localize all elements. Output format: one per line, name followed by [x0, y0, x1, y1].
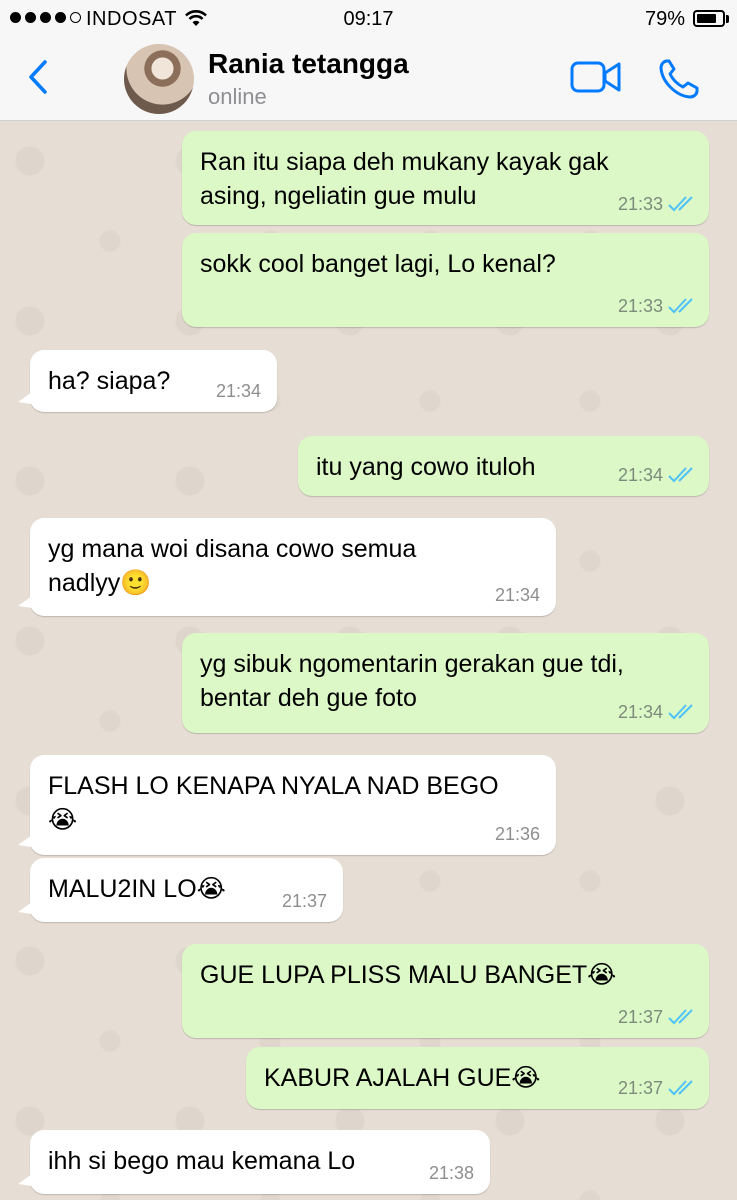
read-receipt-icon [668, 467, 693, 483]
contact-status: online [208, 84, 267, 109]
message-timestamp: 21:37 [281, 891, 327, 911]
message-timestamp: 21:34 [617, 702, 663, 722]
battery-percentage: 79% [644, 8, 685, 30]
message-text: yg mana woi disana cowo semua nadlyy🙂 [48, 535, 417, 597]
incoming-message-bubble[interactable]: yg mana woi disana cowo semua nadlyy🙂 21:… [18, 518, 556, 616]
message-timestamp: 21:36 [494, 824, 540, 844]
message-timestamp: 21:33 [617, 296, 663, 316]
chat-header: Rania tetangga online [0, 38, 737, 121]
outgoing-message-bubble[interactable]: itu yang cowo ituloh 21:34 [298, 436, 709, 496]
read-receipt-icon [668, 196, 693, 212]
outgoing-message-bubble[interactable]: sokk cool banget lagi, Lo kenal? 21:33 [182, 233, 709, 327]
chevron-left-icon[interactable] [26, 58, 50, 96]
bubble-tail [18, 1174, 32, 1186]
phone-icon[interactable] [658, 58, 702, 100]
contact-avatar[interactable] [124, 44, 194, 114]
outgoing-message-bubble[interactable]: Ran itu siapa deh mukany kayak gak asing… [182, 131, 709, 225]
message-timestamp: 21:37 [617, 1007, 663, 1027]
read-receipt-icon [668, 1080, 693, 1096]
incoming-message-bubble[interactable]: MALU2IN LO😭 21:37 [18, 858, 343, 922]
outgoing-message-bubble[interactable]: GUE LUPA PLISS MALU BANGET😭 21:37 [182, 944, 709, 1038]
message-timestamp: 21:33 [617, 194, 663, 214]
message-timestamp: 21:38 [428, 1163, 474, 1183]
battery-nub [726, 15, 729, 23]
message-list[interactable]: Ran itu siapa deh mukany kayak gak asing… [0, 121, 737, 1200]
bubble-tail [18, 392, 32, 404]
message-text: FLASH LO KENAPA NYALA NAD BEGO 😭 [48, 772, 499, 834]
message-timestamp: 21:37 [617, 1078, 663, 1098]
battery-icon [693, 10, 725, 27]
outgoing-message-bubble[interactable]: KABUR AJALAH GUE😭 21:37 [246, 1047, 709, 1109]
bubble-tail [18, 835, 32, 847]
status-bar: INDOSAT 09:17 79% [0, 0, 737, 38]
incoming-message-bubble[interactable]: ha? siapa? 21:34 [18, 350, 277, 412]
message-timestamp: 21:34 [215, 381, 261, 401]
message-text: ihh si bego mau kemana Lo [48, 1147, 356, 1175]
read-receipt-icon [668, 298, 693, 314]
incoming-message-bubble[interactable]: FLASH LO KENAPA NYALA NAD BEGO 😭 21:36 [18, 755, 556, 855]
message-text: sokk cool banget lagi, Lo kenal? [200, 250, 556, 278]
video-camera-icon[interactable] [570, 60, 622, 94]
read-receipt-icon [668, 1009, 693, 1025]
contact-name[interactable]: Rania tetangga [208, 48, 409, 80]
message-timestamp: 21:34 [617, 465, 663, 485]
outgoing-message-bubble[interactable]: yg sibuk ngomentarin gerakan gue tdi, be… [182, 633, 709, 733]
clock: 09:17 [343, 8, 394, 30]
message-timestamp: 21:34 [494, 585, 540, 605]
read-receipt-icon [668, 704, 693, 720]
bubble-tail [18, 902, 32, 914]
bubble-tail [18, 596, 32, 608]
incoming-message-bubble[interactable]: ihh si bego mau kemana Lo 21:38 [18, 1130, 490, 1194]
message-text: GUE LUPA PLISS MALU BANGET😭 [200, 961, 617, 989]
